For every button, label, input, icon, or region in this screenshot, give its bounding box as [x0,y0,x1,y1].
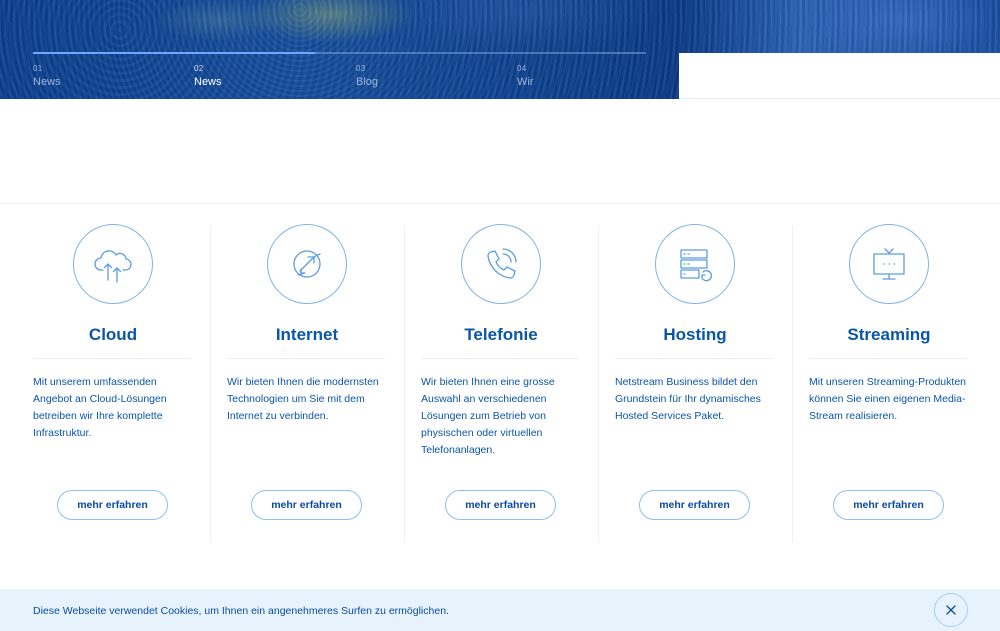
service-title: Internet [275,325,339,344]
slide-tab-4[interactable]: 04 Wir [517,64,667,88]
divider [615,358,773,359]
slide-number: 04 [517,64,527,73]
service-title: Telefonie [464,325,538,344]
slide-number: 03 [356,64,366,73]
service-description: Mit unseren Streaming-Produkten können S… [809,376,966,422]
phone-signal-icon [461,224,541,304]
slide-number: 02 [194,64,204,73]
divider [227,358,385,359]
slide-label: Wir [517,76,534,88]
more-info-button[interactable]: mehr erfahren [833,490,944,520]
cookie-banner: Diese Webseite verwendet Cookies, um Ihn… [0,589,1000,631]
cloud-upload-icon [73,224,153,304]
service-title: Hosting [663,325,727,344]
slide-tab-2[interactable]: 02 News [194,64,344,88]
slide-label: Blog [356,76,379,88]
server-icon [655,224,735,304]
service-title: Cloud [88,325,138,344]
service-card-internet: Internet Wir bieten Ihnen die modernsten… [210,204,404,544]
slider-progress-bar [33,52,315,54]
services-grid: Cloud Mit unserem umfassenden Angebot an… [16,204,1000,544]
more-info-button[interactable]: mehr erfahren [639,490,750,520]
tv-icon [849,224,929,304]
slide-number: 01 [33,64,43,73]
column-divider [598,226,599,542]
slider-progress-track [33,52,646,54]
service-card-streaming: Streaming Mit unseren Streaming-Produkte… [792,204,986,544]
service-description: Mit unserem umfassenden Angebot an Cloud… [33,376,167,439]
service-card-cloud: Cloud Mit unserem umfassenden Angebot an… [16,204,210,544]
slide-label: News [194,76,222,88]
service-title: Streaming [847,325,931,344]
more-info-button[interactable]: mehr erfahren [57,490,168,520]
divider [421,358,579,359]
column-divider [210,226,211,542]
slide-tab-1[interactable]: 01 News [33,64,183,88]
close-cookie-button[interactable] [934,593,968,627]
close-icon [946,605,956,615]
slider-navigation: 01 News 02 News 03 Blog 04 Wir [33,64,673,94]
service-card-hosting: Hosting Netstream Business bildet den Gr… [598,204,792,544]
divider [33,358,191,359]
divider [809,358,967,359]
globe-arrows-icon [267,224,347,304]
more-info-button[interactable]: mehr erfahren [251,490,362,520]
more-info-button[interactable]: mehr erfahren [445,490,556,520]
divider [679,98,1000,99]
cookie-message: Diese Webseite verwendet Cookies, um Ihn… [33,605,449,617]
service-description: Wir bieten Ihnen die modernsten Technolo… [227,376,379,422]
hero-white-panel [679,53,1000,99]
service-description: Netstream Business bildet den Grundstein… [615,376,761,422]
column-divider [792,226,793,542]
column-divider [404,226,405,542]
service-card-telefonie: Telefonie Wir bieten Ihnen eine grosse A… [404,204,598,544]
slide-label: News [33,76,61,88]
service-description: Wir bieten Ihnen eine grosse Auswahl an … [421,376,555,456]
slide-tab-3[interactable]: 03 Blog [356,64,506,88]
